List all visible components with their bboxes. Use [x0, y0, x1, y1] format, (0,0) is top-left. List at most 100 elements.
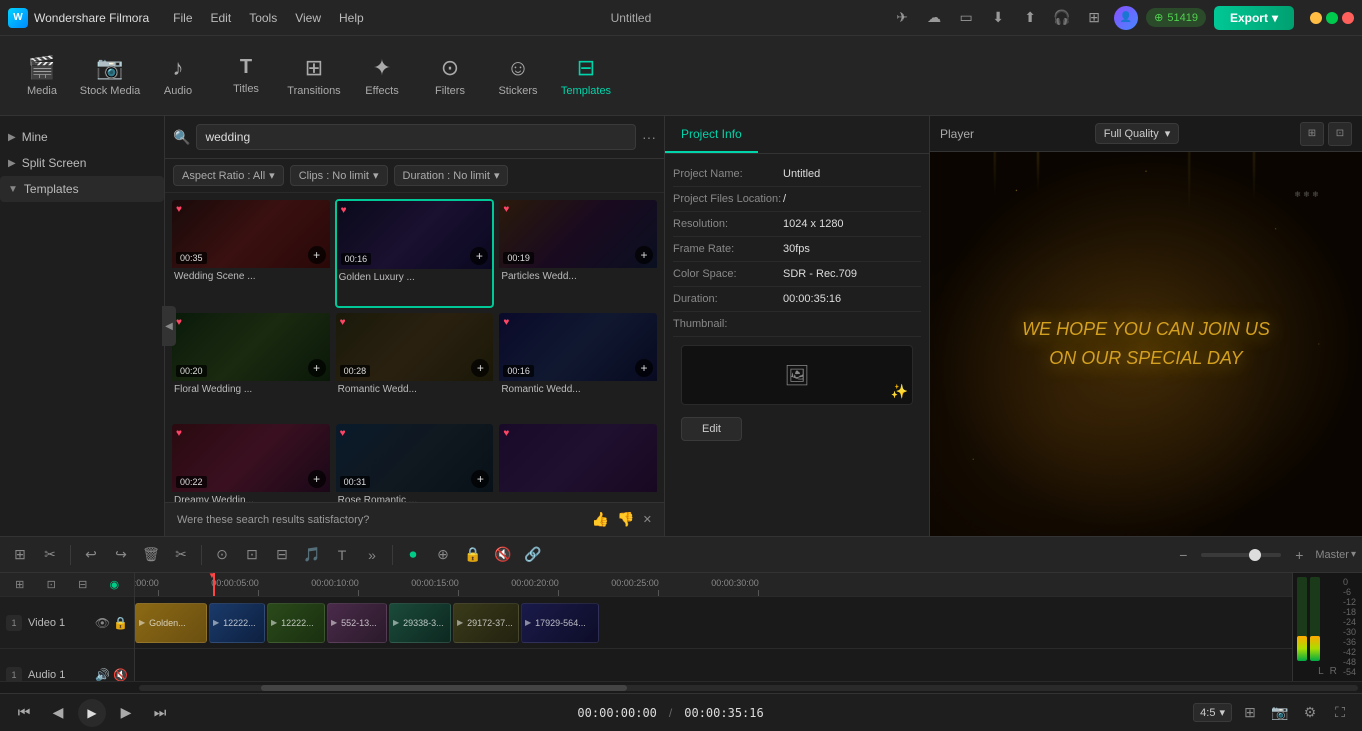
- template-card-1[interactable]: ♥ 00:16 + Golden Luxury ...: [335, 199, 495, 308]
- monitor-icon[interactable]: ▭: [954, 6, 978, 30]
- maximize-button[interactable]: [1326, 12, 1338, 24]
- upload-icon[interactable]: ⬆: [1018, 6, 1042, 30]
- menu-view[interactable]: View: [287, 7, 329, 29]
- quality-selector[interactable]: Full Quality ▾: [1095, 123, 1180, 144]
- menu-file[interactable]: File: [165, 7, 200, 29]
- audio-button[interactable]: 🎵: [298, 541, 326, 569]
- tool-titles[interactable]: T Titles: [212, 42, 280, 110]
- template-add-1[interactable]: +: [470, 247, 488, 265]
- lock-button[interactable]: 🔒: [459, 541, 487, 569]
- scrollbar-thumb[interactable]: [261, 685, 627, 691]
- feedback-close-button[interactable]: ✕: [643, 513, 652, 526]
- tool-templates[interactable]: ⊟ Templates: [552, 42, 620, 110]
- crop-button[interactable]: ⊟: [268, 541, 296, 569]
- menu-help[interactable]: Help: [331, 7, 372, 29]
- tool-audio[interactable]: ♪ Audio: [144, 42, 212, 110]
- audio-track-vol-button[interactable]: 🔊: [95, 668, 110, 682]
- search-input[interactable]: [196, 124, 636, 150]
- video-track-eye-button[interactable]: 👁: [95, 616, 110, 630]
- template-card-3[interactable]: ♥ 00:20 + Floral Wedding ...: [171, 312, 331, 419]
- delete-button[interactable]: 🗑: [137, 541, 165, 569]
- template-add-3[interactable]: +: [308, 359, 326, 377]
- template-card-0[interactable]: ♥ 00:35 + Wedding Scene ...: [171, 199, 331, 308]
- template-add-7[interactable]: +: [471, 470, 489, 488]
- search-options-icon[interactable]: ···: [642, 129, 656, 145]
- clip-29338[interactable]: ▶ 29338-3...: [389, 603, 451, 643]
- pip-button[interactable]: ⊞: [1238, 701, 1262, 725]
- aspect-ratio-filter[interactable]: Aspect Ratio : All ▾: [173, 165, 284, 186]
- snap-button[interactable]: ⊕: [429, 541, 457, 569]
- clip-17929[interactable]: ▶ 17929-564...: [521, 603, 599, 643]
- video-track-lock2-button[interactable]: 🔒: [113, 616, 128, 630]
- tool-stock-media[interactable]: 📷 Stock Media: [76, 42, 144, 110]
- track-menu-button[interactable]: ⊡: [38, 573, 66, 599]
- template-card-5[interactable]: ♥ 00:16 + Romantic Wedd...: [498, 312, 658, 419]
- zoom-in-button[interactable]: +: [1285, 541, 1313, 569]
- cloud-icon[interactable]: ☁: [922, 6, 946, 30]
- settings-button[interactable]: ⚙: [1298, 701, 1322, 725]
- tool-effects[interactable]: ✦ Effects: [348, 42, 416, 110]
- zoom-slider[interactable]: [1201, 553, 1281, 557]
- minimize-button[interactable]: [1310, 12, 1322, 24]
- duration-filter[interactable]: Duration : No limit ▾: [394, 165, 509, 186]
- go-start-button[interactable]: ⏮: [10, 699, 38, 727]
- play-button[interactable]: ▶: [78, 699, 106, 727]
- record-button[interactable]: ⏺: [399, 541, 427, 569]
- audio-track-mute-button[interactable]: 🔇: [113, 668, 128, 682]
- user-avatar[interactable]: 👤: [1114, 6, 1138, 30]
- credits-button[interactable]: ⊕ 51419: [1146, 8, 1206, 27]
- clip-29172[interactable]: ▶ 29172-37...: [453, 603, 519, 643]
- project-info-tab[interactable]: Project Info: [665, 116, 758, 153]
- track-lock-button[interactable]: ◉: [101, 573, 129, 599]
- ratio-selector[interactable]: 4:5 ▾: [1193, 703, 1232, 722]
- playhead[interactable]: [213, 573, 215, 596]
- section-split-screen[interactable]: ▶ Split Screen: [0, 150, 164, 176]
- clip-12222[interactable]: ▶ 12222...: [209, 603, 265, 643]
- thumbs-down-button[interactable]: 👎: [617, 511, 634, 528]
- thumbs-up-button[interactable]: 👍: [592, 511, 609, 528]
- tool-transitions[interactable]: ⊞ Transitions: [280, 42, 348, 110]
- clips-filter[interactable]: Clips : No limit ▾: [290, 165, 388, 186]
- export-button[interactable]: Export ▾: [1214, 6, 1294, 30]
- scrollbar-track[interactable]: [139, 685, 1358, 691]
- tool-filters[interactable]: ⊙ Filters: [416, 42, 484, 110]
- grid-icon[interactable]: ⊞: [1082, 6, 1106, 30]
- menu-tools[interactable]: Tools: [241, 7, 285, 29]
- clip-12222b[interactable]: ▶ 12222...: [267, 603, 325, 643]
- prev-frame-button[interactable]: ◀: [44, 699, 72, 727]
- tool-stickers[interactable]: ☺ Stickers: [484, 42, 552, 110]
- fullscreen-button[interactable]: ⛶: [1328, 701, 1352, 725]
- next-frame-button[interactable]: ▶: [112, 699, 140, 727]
- paste-button[interactable]: ⊡: [238, 541, 266, 569]
- template-card-2[interactable]: ♥ 00:19 + Particles Wedd...: [498, 199, 658, 308]
- template-add-0[interactable]: +: [308, 246, 326, 264]
- undo-button[interactable]: ↩: [77, 541, 105, 569]
- link-button[interactable]: 🔗: [519, 541, 547, 569]
- tool-media[interactable]: 🎬 Media: [8, 42, 76, 110]
- template-add-2[interactable]: +: [635, 246, 653, 264]
- cut-button[interactable]: ✂: [167, 541, 195, 569]
- text-button[interactable]: T: [328, 541, 356, 569]
- save-icon[interactable]: ✈: [890, 6, 914, 30]
- edit-thumbnail-button[interactable]: Edit: [681, 417, 742, 441]
- template-card-4[interactable]: ♥ 00:28 + Romantic Wedd...: [335, 312, 495, 419]
- grid-layout-button[interactable]: ⊞: [1300, 122, 1324, 146]
- section-templates[interactable]: ▼ Templates: [0, 176, 164, 202]
- close-button[interactable]: [1342, 12, 1354, 24]
- zoom-out-button[interactable]: −: [1169, 541, 1197, 569]
- menu-edit[interactable]: Edit: [203, 7, 240, 29]
- fullscreen-layout-button[interactable]: ⊡: [1328, 122, 1352, 146]
- clip-golden[interactable]: ▶ Golden...: [135, 603, 207, 643]
- template-add-4[interactable]: +: [471, 359, 489, 377]
- razor-button[interactable]: ✂: [36, 541, 64, 569]
- screenshot-button[interactable]: 📷: [1268, 701, 1292, 725]
- add-track-button[interactable]: ⊞: [6, 573, 34, 599]
- template-add-6[interactable]: +: [308, 470, 326, 488]
- copy-button[interactable]: ⊙: [208, 541, 236, 569]
- split-clips-button[interactable]: ⊞: [6, 541, 34, 569]
- section-mine[interactable]: ▶ Mine: [0, 124, 164, 150]
- collapse-panel-button[interactable]: ◀: [162, 306, 176, 346]
- redo-button[interactable]: ↪: [107, 541, 135, 569]
- track-split-button[interactable]: ⊟: [69, 573, 97, 599]
- mute-button[interactable]: 🔇: [489, 541, 517, 569]
